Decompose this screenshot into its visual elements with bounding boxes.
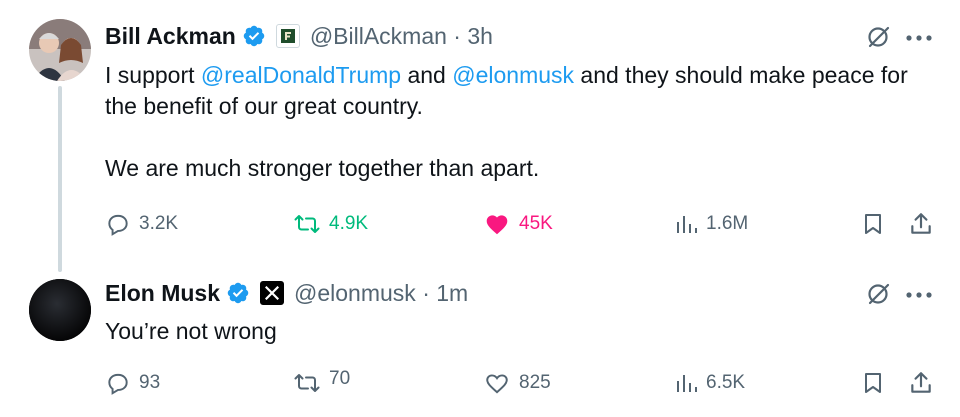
tweet-text: You’re not wrong — [105, 318, 277, 344]
tweet-paragraph: I support @realDonaldTrump and @elonmusk… — [105, 60, 945, 122]
affiliate-badge-icon[interactable] — [275, 24, 300, 48]
repost-icon — [294, 374, 320, 392]
reply-button[interactable]: 93 — [105, 365, 160, 401]
reply-icon — [108, 373, 128, 395]
like-button[interactable]: 825 — [483, 365, 551, 401]
grok-icon[interactable] — [866, 281, 892, 307]
tweet-header: Elon Musk @elonmusk · 1m — [105, 277, 468, 309]
author-name[interactable]: Bill Ackman — [105, 23, 236, 50]
views-button[interactable]: 6.5K — [674, 365, 745, 401]
reply-count: 93 — [139, 372, 161, 393]
author-name[interactable]: Elon Musk — [105, 280, 220, 307]
more-icon[interactable] — [904, 33, 934, 43]
tweet-paragraph: We are much stronger together than apart… — [105, 155, 540, 181]
repost-button[interactable]: 70 — [293, 365, 350, 401]
grok-icon[interactable] — [866, 24, 892, 50]
bookmark-button[interactable] — [861, 206, 885, 242]
mention-link[interactable]: @elonmusk — [452, 62, 574, 88]
like-count: 825 — [519, 372, 551, 393]
share-icon — [911, 213, 931, 234]
views-icon — [677, 216, 697, 233]
tweet-text: I support @realDonaldTrump and @elonmusk… — [105, 60, 945, 184]
text-segment: and — [401, 62, 453, 88]
like-icon — [486, 374, 508, 394]
text-segment: I support — [105, 62, 201, 88]
repost-count: 70 — [329, 368, 351, 389]
mention-link[interactable]: @realDonaldTrump — [201, 62, 401, 88]
repost-icon — [294, 215, 320, 233]
reply-button[interactable]: 3.2K — [105, 206, 178, 242]
repost-count: 4.9K — [329, 213, 369, 234]
bookmark-button[interactable] — [861, 365, 885, 401]
verified-icon[interactable] — [242, 24, 266, 48]
repost-button[interactable]: 4.9K — [293, 206, 368, 242]
views-button[interactable]: 1.6M — [674, 206, 748, 242]
thread-connector — [58, 86, 62, 272]
avatar[interactable] — [29, 19, 91, 81]
views-count: 1.6M — [706, 213, 749, 234]
share-button[interactable] — [908, 365, 934, 401]
reply-icon — [108, 214, 128, 236]
share-button[interactable] — [908, 206, 934, 242]
views-count: 6.5K — [706, 372, 746, 393]
like-button[interactable]: 45K — [483, 206, 553, 242]
tweet-header: Bill Ackman @BillAckman · 3h — [105, 20, 493, 52]
action-bar: 3.2K 4.9K 45K 1.6M — [0, 206, 960, 242]
reply-count: 3.2K — [139, 213, 179, 234]
views-icon — [677, 375, 697, 392]
bookmark-icon — [865, 214, 881, 234]
affiliate-badge-icon[interactable] — [260, 281, 285, 305]
share-icon — [911, 372, 931, 393]
more-icon[interactable] — [904, 290, 934, 300]
author-handle-time[interactable]: @elonmusk · 1m — [294, 280, 468, 307]
avatar[interactable] — [29, 279, 91, 341]
bookmark-icon — [865, 373, 881, 393]
like-icon — [486, 215, 508, 235]
author-handle-time[interactable]: @BillAckman · 3h — [310, 23, 493, 50]
verified-icon[interactable] — [226, 281, 250, 305]
like-count: 45K — [519, 213, 553, 234]
action-bar: 93 70 825 6.5K — [0, 365, 960, 401]
